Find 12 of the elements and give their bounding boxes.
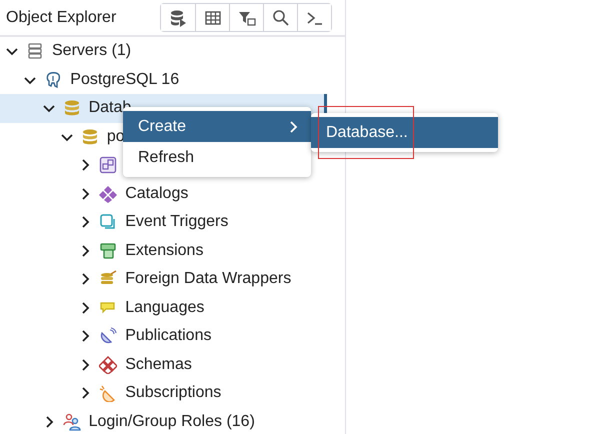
tree-label: PostgreSQL 16 [70, 70, 180, 89]
tree-label: Schemas [125, 356, 192, 374]
tree-label: Catalogs [125, 184, 188, 203]
tree-label: Subscriptions [125, 384, 222, 402]
tree-label: Servers (1) [52, 42, 132, 60]
tree-label: Extensions [125, 242, 204, 260]
tree-label: Login/Group Roles (16) [88, 412, 255, 431]
tree-label: Foreign Data Wrappers [125, 270, 292, 288]
tree-label: Publications [125, 327, 212, 346]
panel-title: Object Explorer [6, 8, 116, 26]
tree-label: Event Triggers [125, 213, 228, 232]
tree-label: Languages [125, 298, 204, 317]
